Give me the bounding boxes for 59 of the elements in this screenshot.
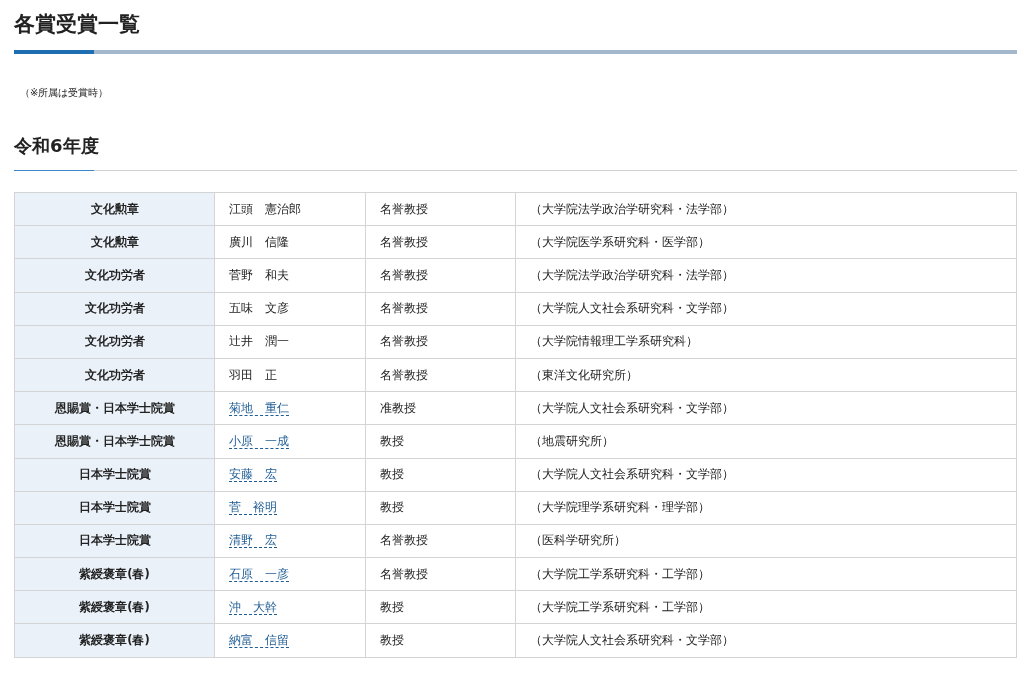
- name-link[interactable]: 菊地 重仁: [229, 400, 289, 416]
- affiliation-cell: （大学院理学系研究科・理学部）: [515, 491, 1017, 525]
- name-cell: 辻井 潤一: [214, 325, 366, 359]
- affiliation-cell: （大学院人文社会系研究科・文学部）: [515, 458, 1017, 492]
- award-cell: 文化勲章: [14, 192, 215, 226]
- position-cell: 名誉教授: [365, 325, 516, 359]
- position-cell: 教授: [365, 491, 516, 525]
- affiliation-cell: （大学院法学政治学研究科・法学部）: [515, 258, 1017, 293]
- position-cell: 准教授: [365, 391, 516, 425]
- position-cell: 名誉教授: [365, 358, 516, 392]
- page-title: 各賞受賞一覧: [14, 11, 141, 38]
- affiliation-cell: （大学院人文社会系研究科・文学部）: [515, 623, 1017, 658]
- name-cell: 江頭 憲治郎: [214, 192, 366, 226]
- affiliation-cell: （医科学研究所）: [515, 524, 1017, 558]
- name-link[interactable]: 石原 一彦: [229, 566, 289, 582]
- affiliation-cell: （大学院工学系研究科・工学部）: [515, 557, 1017, 591]
- name-link[interactable]: 沖 大幹: [229, 599, 277, 615]
- name-link[interactable]: 安藤 宏: [229, 467, 277, 483]
- affiliation-cell: （東洋文化研究所）: [515, 358, 1017, 392]
- name-cell: 羽田 正: [214, 358, 366, 392]
- affiliation-cell: （大学院情報理工学系研究科）: [515, 325, 1017, 359]
- award-cell: 文化功労者: [14, 358, 215, 392]
- award-cell: 紫綬褒章(春): [14, 557, 215, 591]
- position-cell: 名誉教授: [365, 225, 516, 259]
- award-cell: 日本学士院賞: [14, 491, 215, 525]
- position-cell: 教授: [365, 623, 516, 658]
- position-cell: 教授: [365, 424, 516, 458]
- name-cell: 五味 文彦: [214, 292, 366, 326]
- award-cell: 日本学士院賞: [14, 458, 215, 492]
- award-cell: 紫綬褒章(春): [14, 623, 215, 658]
- affiliation-cell: （大学院人文社会系研究科・文学部）: [515, 391, 1017, 425]
- affiliation-cell: （大学院工学系研究科・工学部）: [515, 590, 1017, 624]
- position-cell: 名誉教授: [365, 292, 516, 326]
- affiliation-cell: （地震研究所）: [515, 424, 1017, 458]
- affiliation-cell: （大学院医学系研究科・医学部）: [515, 225, 1017, 259]
- note-text: （※所属は受賞時）: [20, 86, 110, 100]
- name-link[interactable]: 清野 宏: [229, 533, 277, 549]
- position-cell: 名誉教授: [365, 557, 516, 591]
- award-cell: 文化勲章: [14, 225, 215, 259]
- award-cell: 紫綬褒章(春): [14, 590, 215, 624]
- name-cell: 菅野 和夫: [214, 258, 366, 293]
- award-cell: 文化功労者: [14, 292, 215, 326]
- award-cell: 恩賜賞・日本学士院賞: [14, 424, 215, 458]
- affiliation-cell: （大学院人文社会系研究科・文学部）: [515, 292, 1017, 326]
- position-cell: 名誉教授: [365, 192, 516, 226]
- position-cell: 名誉教授: [365, 524, 516, 558]
- position-cell: 教授: [365, 590, 516, 624]
- award-cell: 日本学士院賞: [14, 524, 215, 558]
- name-link[interactable]: 小原 一成: [229, 433, 289, 449]
- name-link[interactable]: 納富 信留: [229, 633, 289, 649]
- name-cell: 廣川 信隆: [214, 225, 366, 259]
- section-title: 令和6年度: [14, 134, 100, 158]
- award-cell: 文化功労者: [14, 325, 215, 359]
- position-cell: 名誉教授: [365, 258, 516, 293]
- name-link[interactable]: 菅 裕明: [229, 500, 277, 516]
- affiliation-cell: （大学院法学政治学研究科・法学部）: [515, 192, 1017, 226]
- award-cell: 恩賜賞・日本学士院賞: [14, 391, 215, 425]
- award-cell: 文化功労者: [14, 258, 215, 293]
- position-cell: 教授: [365, 458, 516, 492]
